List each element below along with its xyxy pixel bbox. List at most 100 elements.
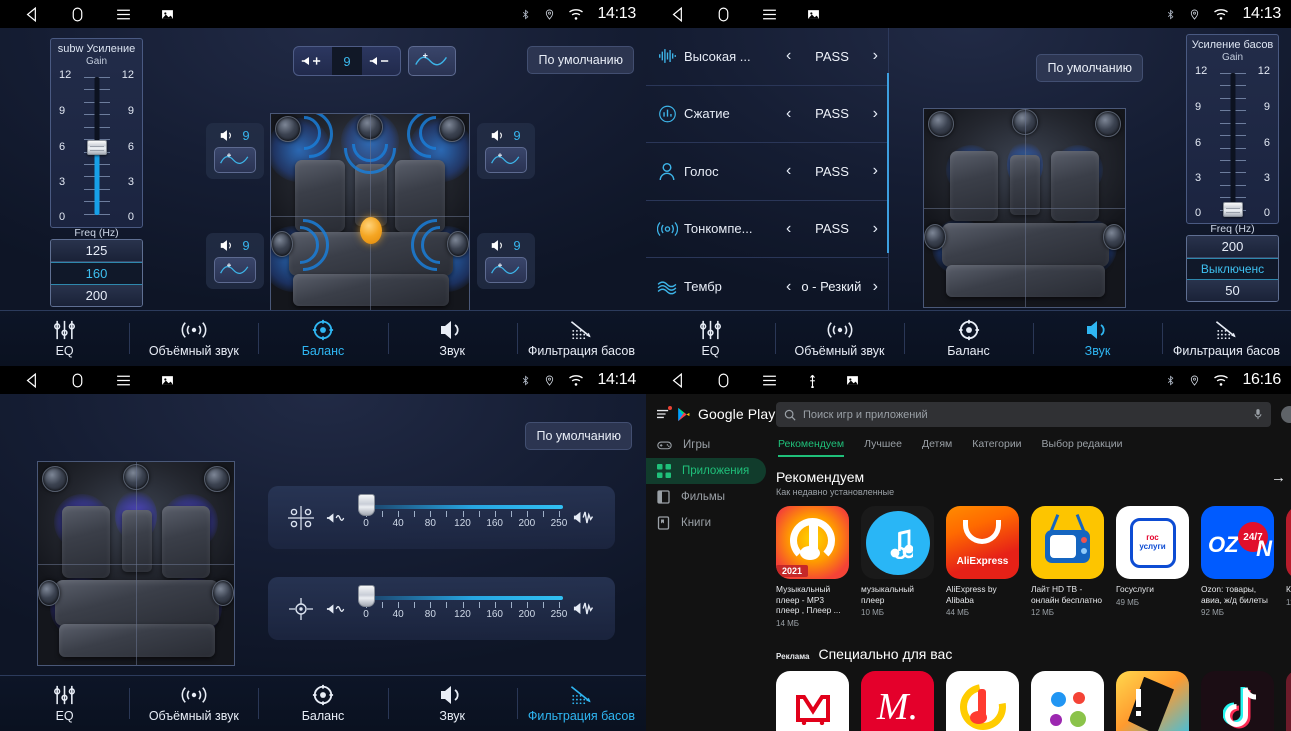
list-item[interactable]: Высокая ... ‹ PASS › — [646, 28, 888, 86]
tab-surround[interactable]: Объёмный звук — [775, 311, 904, 366]
subwoofer-target-icon[interactable] — [280, 595, 322, 623]
yandex-music-icon[interactable] — [946, 670, 1019, 731]
freq-option-selected[interactable]: 160 — [51, 262, 142, 285]
search-input[interactable]: Поиск игр и приложений — [776, 402, 1271, 427]
next-icon[interactable]: › — [869, 105, 882, 123]
dots-colorful-icon[interactable] — [1031, 670, 1104, 731]
speaker-eq-button[interactable] — [214, 147, 256, 173]
speaker-eq-button[interactable] — [485, 257, 527, 283]
gain-slider[interactable]: 12 12 9 9 6 6 3 3 0 0 — [53, 69, 140, 223]
tab-sound[interactable]: Звук — [1033, 311, 1162, 366]
freq-selector[interactable]: 200 Выключенс 50 — [1186, 235, 1279, 302]
screenshot-icon[interactable] — [846, 374, 859, 387]
crossover-slider-subwoofer[interactable]: 0 40 80 120 160 200 250 — [358, 584, 567, 626]
sidebar-item-books[interactable]: Книги — [646, 510, 766, 536]
back-icon[interactable] — [24, 6, 41, 23]
prev-icon[interactable]: ‹ — [782, 278, 795, 296]
slider-knob[interactable] — [358, 493, 375, 516]
tab-recommended[interactable]: Рекомендуем — [778, 438, 845, 457]
home-icon[interactable] — [69, 372, 86, 389]
tab-kids[interactable]: Детям — [922, 438, 952, 457]
master-eq-curve-button[interactable] — [408, 46, 456, 76]
level-decrease-button[interactable] — [362, 54, 400, 68]
tab-bass-filter[interactable]: Фильтрация басов — [1162, 311, 1291, 366]
partial-ad-icon[interactable] — [1286, 670, 1291, 731]
tab-categories[interactable]: Категории — [972, 438, 1021, 457]
list-item[interactable]: Сжатие ‹ PASS › — [646, 86, 888, 143]
list-item[interactable]: AliExpress AliExpress by Alibaba 44 МБ — [946, 506, 1019, 628]
tab-bass-filter[interactable]: Фильтрация басов — [516, 311, 646, 366]
tab-balance[interactable]: Баланс — [258, 311, 387, 366]
freq-option[interactable]: 200 — [1187, 236, 1278, 258]
tab-eq[interactable]: EQ — [0, 311, 129, 366]
menu-icon[interactable] — [760, 372, 779, 389]
avatar[interactable] — [1281, 406, 1291, 423]
list-item[interactable]: гос услуги Госуслуги 49 МБ — [1116, 506, 1189, 628]
gain-slider[interactable]: 12 12 9 9 6 6 3 3 0 0 — [1189, 65, 1276, 219]
tab-best[interactable]: Лучшее — [864, 438, 902, 457]
back-icon[interactable] — [670, 372, 687, 389]
screenshot-icon[interactable] — [161, 8, 174, 21]
tab-surround[interactable]: Объёмный звук — [129, 311, 258, 366]
screenshot-icon[interactable] — [161, 374, 174, 387]
freq-option[interactable]: 200 — [51, 285, 142, 306]
list-item[interactable]: Тонкомпе... ‹ PASS › — [646, 201, 888, 258]
sidebar-item-games[interactable]: Игры — [646, 432, 766, 458]
tab-bass-filter[interactable]: Фильтрация басов — [516, 676, 646, 731]
prev-icon[interactable]: ‹ — [782, 220, 795, 238]
level-stepper[interactable]: 9 — [293, 46, 401, 76]
freq-option[interactable]: 125 — [51, 240, 142, 262]
prev-icon[interactable]: ‹ — [782, 47, 795, 65]
tab-sound[interactable]: Звук — [387, 676, 517, 731]
speaker-eq-button[interactable] — [214, 257, 256, 283]
home-icon[interactable] — [715, 6, 732, 23]
sidebar-item-movies[interactable]: Фильмы — [646, 484, 766, 510]
tab-editors-choice[interactable]: Выбор редакции — [1042, 438, 1123, 457]
level-increase-button[interactable] — [294, 54, 332, 68]
play-brand[interactable]: Google Play — [646, 400, 776, 432]
home-icon[interactable] — [715, 372, 732, 389]
list-item[interactable]: Тембр ‹ о - Резкий спа › — [646, 258, 888, 316]
speaker-eq-button[interactable] — [485, 147, 527, 173]
list-item[interactable]: 2021 Музыкальный плеер - MP3 плеер , Пле… — [776, 506, 849, 628]
tab-sound[interactable]: Звук — [387, 311, 517, 366]
mvideo-icon[interactable] — [776, 670, 849, 731]
list-item[interactable]: Лайт HD ТВ - онлайн бесплатно 12 МБ — [1031, 506, 1104, 628]
tab-eq[interactable]: EQ — [646, 311, 775, 366]
crossover-slider-speakers[interactable]: 0 40 80 120 160 200 250 — [358, 493, 567, 535]
four-speakers-icon[interactable] — [280, 504, 322, 532]
list-item[interactable]: музыкальный плеер 10 МБ — [861, 506, 934, 628]
slider-knob[interactable] — [358, 584, 375, 607]
tab-eq[interactable]: EQ — [0, 676, 129, 731]
freq-selector[interactable]: 125 160 200 — [50, 239, 143, 307]
menu-icon[interactable] — [114, 6, 133, 23]
gain-knob[interactable] — [86, 140, 107, 155]
prev-icon[interactable]: ‹ — [782, 162, 795, 180]
magnit-icon[interactable]: M. — [861, 670, 934, 731]
next-icon[interactable]: › — [869, 162, 882, 180]
next-icon[interactable]: › — [869, 47, 882, 65]
gain-knob[interactable] — [1222, 202, 1243, 217]
list-item[interactable]: Голос ‹ PASS › — [646, 143, 888, 201]
menu-icon[interactable] — [760, 6, 779, 23]
microphone-icon[interactable] — [1253, 408, 1263, 421]
freq-option[interactable]: 50 — [1187, 280, 1278, 301]
menu-icon[interactable] — [114, 372, 133, 389]
section-more-arrow-icon[interactable]: → — [1271, 469, 1291, 486]
prev-icon[interactable]: ‹ — [782, 105, 795, 123]
tiktok-icon[interactable] — [1201, 670, 1274, 731]
default-button[interactable]: По умолчанию — [527, 46, 634, 74]
car-balance-diagram[interactable] — [270, 113, 470, 318]
list-item[interactable]: OZ 24/7 N Ozon: товары, авиа, ж/д билеты… — [1201, 506, 1274, 628]
screenshot-icon[interactable] — [807, 8, 820, 21]
next-icon[interactable]: › — [869, 220, 882, 238]
tab-surround[interactable]: Объёмный звук — [129, 676, 258, 731]
default-button[interactable]: По умолчанию — [1036, 54, 1143, 82]
tab-balance[interactable]: Баланс — [904, 311, 1033, 366]
back-icon[interactable] — [670, 6, 687, 23]
home-icon[interactable] — [69, 6, 86, 23]
back-icon[interactable] — [24, 372, 41, 389]
list-scrollbar[interactable] — [887, 73, 889, 253]
default-button[interactable]: По умолчанию — [525, 422, 632, 450]
tab-balance[interactable]: Баланс — [258, 676, 387, 731]
